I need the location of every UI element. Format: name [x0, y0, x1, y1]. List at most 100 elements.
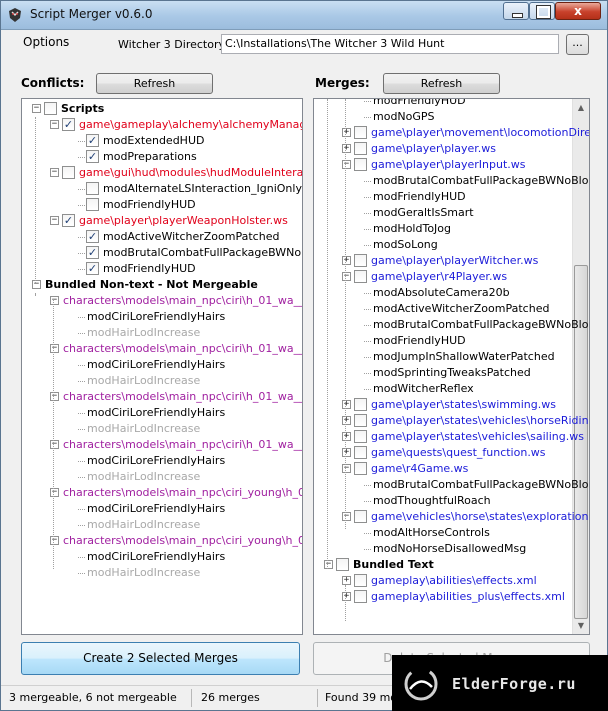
- checkbox[interactable]: ✓: [86, 150, 99, 163]
- tree-row[interactable]: − game\vehicles\horse\states\exploration.…: [314, 509, 589, 525]
- tree-row[interactable]: modSprintingTweaksPatched: [314, 365, 572, 381]
- tree-row[interactable]: + gameplay\abilities_plus\effects.xml: [314, 589, 572, 605]
- checkbox[interactable]: ✓: [86, 246, 99, 259]
- tree-row[interactable]: − characters\models\main_npc\ciri\h_01_wa…: [22, 293, 302, 309]
- tree-row[interactable]: ✓ modPreparations: [22, 149, 302, 165]
- tree-row[interactable]: modFriendlyHUD: [314, 189, 572, 205]
- tree-row[interactable]: − ✓ game\player\playerWeaponHolster.ws: [22, 213, 302, 229]
- create-merges-button[interactable]: Create 2 Selected Merges: [21, 642, 300, 675]
- tree-row[interactable]: modGeraltIsSmart: [314, 205, 572, 221]
- checkbox[interactable]: ✓: [86, 230, 99, 243]
- checkbox[interactable]: ✓: [86, 262, 99, 275]
- tree-row[interactable]: modHairLodIncrease: [22, 565, 302, 581]
- tree-row[interactable]: modNoHorseDisallowedMsg: [314, 541, 572, 557]
- checkbox[interactable]: [354, 158, 367, 171]
- tree-row[interactable]: modSoLong: [314, 237, 572, 253]
- checkbox[interactable]: [354, 574, 367, 587]
- checkbox[interactable]: [354, 430, 367, 443]
- tree-row[interactable]: modFriendlyHUD: [314, 99, 572, 109]
- tree-row[interactable]: modCiriLoreFriendlyHairs: [22, 309, 302, 325]
- tree-row[interactable]: modNoGPS: [314, 109, 572, 125]
- scroll-down-icon[interactable]: ▼: [573, 617, 589, 634]
- browse-button[interactable]: ...: [566, 34, 589, 55]
- tree-row[interactable]: modHairLodIncrease: [22, 517, 302, 533]
- checkbox[interactable]: [354, 510, 367, 523]
- checkbox[interactable]: ✓: [62, 214, 75, 227]
- checkbox[interactable]: [354, 462, 367, 475]
- checkbox[interactable]: ✓: [62, 118, 75, 131]
- tree-row[interactable]: − game\player\playerInput.ws: [314, 157, 572, 173]
- checkbox[interactable]: [86, 198, 99, 211]
- close-button[interactable]: x: [555, 2, 601, 20]
- tree-row[interactable]: + game\player\states\swimming.ws: [314, 397, 572, 413]
- checkbox[interactable]: [354, 142, 367, 155]
- merges-refresh-button[interactable]: Refresh: [383, 73, 500, 94]
- tree-row[interactable]: modActiveWitcherZoomPatched: [314, 301, 572, 317]
- tree-row[interactable]: modAbsoluteCamera20b: [314, 285, 572, 301]
- conflicts-tree[interactable]: − Scripts − ✓ game\gameplay\alchemy\alchemyM…: [21, 98, 303, 635]
- tree-row[interactable]: modBrutalCombatFullPackageBWNoBloo: [314, 477, 589, 493]
- tree-row[interactable]: modHairLodIncrease: [22, 373, 302, 389]
- collapse-icon[interactable]: −: [50, 216, 59, 225]
- tree-row[interactable]: − characters\models\main_npc\ciri_young\h…: [22, 485, 302, 501]
- tree-row[interactable]: + game\player\movement\locomotionDirectC: [314, 125, 589, 141]
- tree-row[interactable]: modFriendlyHUD: [314, 333, 572, 349]
- checkbox[interactable]: [86, 182, 99, 195]
- tree-row[interactable]: modWitcherReflex: [314, 381, 572, 397]
- tree-row[interactable]: −✓ game\gameplay\alchemy\alchemyManager.w…: [22, 117, 302, 133]
- checkbox[interactable]: [336, 558, 349, 571]
- tree-row[interactable]: + game\player\playerWitcher.ws: [314, 253, 572, 269]
- tree-row[interactable]: modJumpInShallowWaterPatched: [314, 349, 572, 365]
- checkbox[interactable]: ✓: [86, 134, 99, 147]
- checkbox[interactable]: [354, 126, 367, 139]
- conflicts-refresh-button[interactable]: Refresh: [96, 73, 213, 94]
- tree-row[interactable]: modHoldToJog: [314, 221, 572, 237]
- tree-row[interactable]: modCiriLoreFriendlyHairs: [22, 405, 302, 421]
- maximize-button[interactable]: [529, 2, 555, 20]
- minimize-button[interactable]: [503, 2, 529, 20]
- tree-row[interactable]: ✓ modActiveWitcherZoomPatched: [22, 229, 302, 245]
- tree-row[interactable]: − characters\models\main_npc\ciri\h_01_wa…: [22, 389, 302, 405]
- checkbox[interactable]: [354, 446, 367, 459]
- tree-row[interactable]: modCiriLoreFriendlyHairs: [22, 453, 302, 469]
- scroll-up-icon[interactable]: ▲: [573, 99, 589, 116]
- checkbox[interactable]: [354, 254, 367, 267]
- tree-row[interactable]: ✓ modExtendedHUD: [22, 133, 302, 149]
- tree-row[interactable]: + game\player\states\vehicles\horseRiding…: [314, 413, 589, 429]
- collapse-icon[interactable]: −: [50, 120, 59, 129]
- tree-row[interactable]: − characters\models\main_npc\ciri_young\h…: [22, 533, 302, 549]
- tree-row[interactable]: modThoughtfulRoach: [314, 493, 572, 509]
- tree-row[interactable]: modHairLodIncrease: [22, 325, 302, 341]
- tree-row[interactable]: − characters\models\main_npc\ciri\h_01_wa…: [22, 341, 302, 357]
- checkbox[interactable]: [354, 590, 367, 603]
- tree-row[interactable]: − characters\models\main_npc\ciri\h_01_wa…: [22, 437, 302, 453]
- checkbox[interactable]: [62, 166, 75, 179]
- tree-row[interactable]: − Bundled Non-text - Not Mergeable: [22, 277, 302, 293]
- tree-row[interactable]: + gameplay\abilities\effects.xml: [314, 573, 572, 589]
- tree-row[interactable]: modBrutalCombatFullPackageBWNoBloo: [314, 317, 589, 333]
- menu-options[interactable]: Options: [23, 35, 69, 49]
- directory-input[interactable]: C:\Installations\The Witcher 3 Wild Hunt: [221, 34, 559, 54]
- tree-row[interactable]: − game\r4Game.ws: [314, 461, 572, 477]
- tree-row[interactable]: ✓ modFriendlyHUD: [22, 261, 302, 277]
- collapse-icon[interactable]: −: [32, 104, 41, 113]
- merges-tree[interactable]: ▲ ▼ modFriendlyHUD modNoGPS + game\player\m…: [313, 98, 590, 635]
- tree-row[interactable]: + game\player\states\vehicles\sailing.ws: [314, 429, 584, 445]
- tree-row[interactable]: modHairLodIncrease: [22, 421, 302, 437]
- tree-row[interactable]: modFriendlyHUD: [22, 197, 302, 213]
- tree-row[interactable]: ✓ modBrutalCombatFullPackageBWNoBlood: [22, 245, 302, 261]
- checkbox[interactable]: [354, 398, 367, 411]
- tree-row[interactable]: − game\gui\hud\modules\hudModuleInteracti…: [22, 165, 302, 181]
- tree-row[interactable]: modCiriLoreFriendlyHairs: [22, 501, 302, 517]
- tree-row[interactable]: modAlternateLSInteraction_IgniOnly: [22, 181, 302, 197]
- checkbox[interactable]: [354, 270, 367, 283]
- tree-row[interactable]: − Bundled Text: [314, 557, 572, 573]
- tree-row[interactable]: modHairLodIncrease: [22, 469, 302, 485]
- checkbox[interactable]: [354, 414, 367, 427]
- collapse-icon[interactable]: −: [50, 168, 59, 177]
- tree-row[interactable]: modBrutalCombatFullPackageBWNoBloo: [314, 173, 589, 189]
- expand-icon[interactable]: +: [342, 576, 351, 585]
- tree-row[interactable]: − Scripts: [22, 101, 302, 117]
- tree-row[interactable]: − game\player\r4Player.ws: [314, 269, 572, 285]
- tree-row[interactable]: modCiriLoreFriendlyHairs: [22, 549, 302, 565]
